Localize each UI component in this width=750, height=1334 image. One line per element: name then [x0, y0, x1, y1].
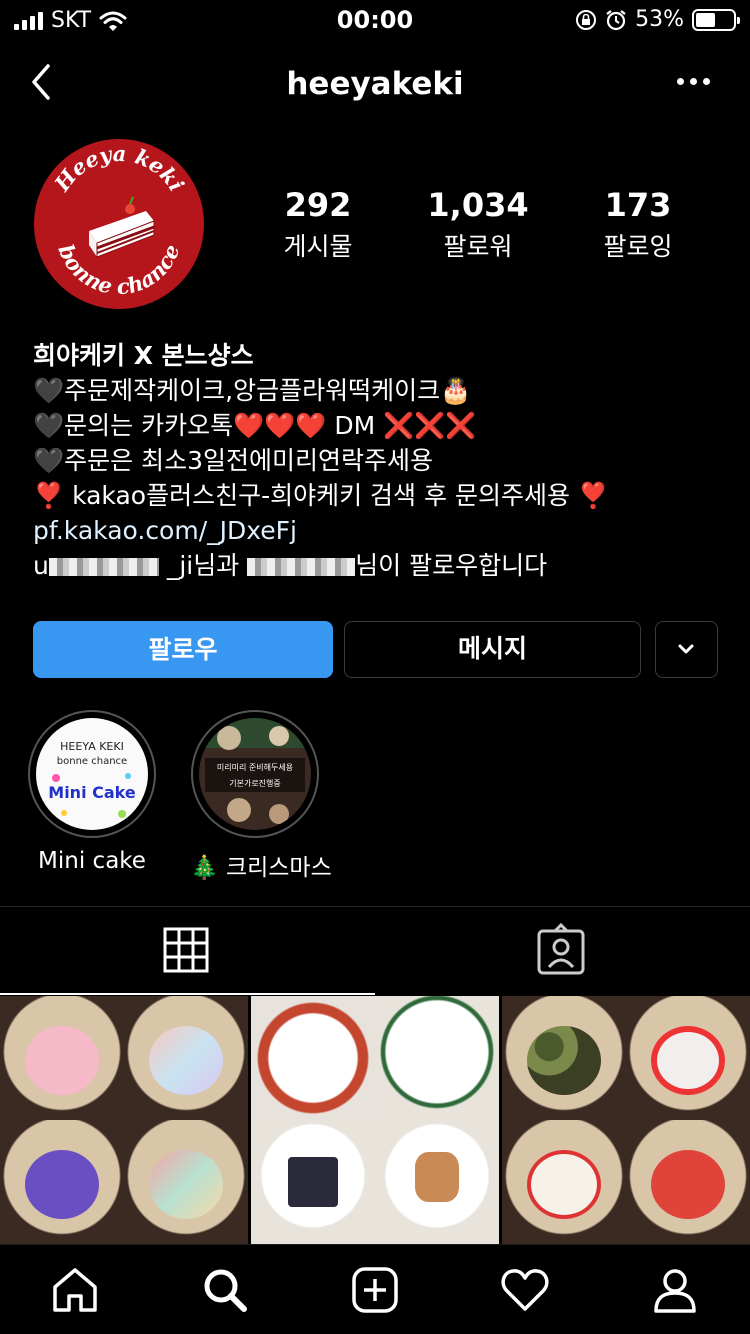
suggested-dropdown-button[interactable]: [655, 621, 718, 678]
status-right: 53%: [575, 7, 740, 32]
bio-line-4: ❣️ kakao플러스친구-희야케키 검색 후 문의주세용 ❣️: [33, 481, 610, 510]
profile-tabs: [0, 906, 750, 995]
highlight-christmas[interactable]: 미리미리 준비해두세용 기본가로진행중 🎄 크리스마스: [190, 710, 332, 882]
stat-posts-label: 게시물: [283, 232, 353, 262]
profile-name: 희야케키 X 본느샹스: [33, 341, 254, 370]
home-icon: [53, 1267, 97, 1312]
cake-photo: [502, 1120, 626, 1244]
svg-text:기본가로진행중: 기본가로진행중: [229, 778, 281, 788]
redacted-username-1: [48, 558, 159, 576]
cake-photo: [626, 996, 750, 1120]
cake-photo: [375, 996, 499, 1120]
bio-line-1: 🖤주문제작케이크,앙금플라워떡케이크🎂: [33, 376, 472, 405]
profile-icon: [654, 1268, 696, 1313]
battery-percent: 53%: [635, 7, 684, 32]
profile-header: heeyakeki: [0, 50, 750, 114]
svg-text:HEEYA KEKI: HEEYA KEKI: [60, 740, 124, 753]
svg-text:bonne chance: bonne chance: [57, 756, 127, 767]
nav-search[interactable]: [150, 1245, 300, 1334]
highlight-mini-cake[interactable]: HEEYA KEKI bonne chance Mini Cake Mini c…: [27, 710, 157, 874]
chevron-down-icon: [678, 644, 694, 654]
grid-icon: [163, 927, 209, 973]
profile-stats: 292 게시물 1,034 팔로워 173 팔로잉: [238, 186, 718, 263]
stat-following-count: 173: [604, 186, 672, 224]
followed-by[interactable]: u _ji님과 님이 팔로우합니다: [33, 548, 733, 583]
highlight-ring: HEEYA KEKI bonne chance Mini Cake: [28, 710, 156, 838]
stat-posts[interactable]: 292 게시물: [238, 186, 398, 263]
cake-photo: [502, 996, 626, 1120]
highlight-label: 🎄 크리스마스: [190, 855, 332, 881]
redacted-username-2: [247, 558, 356, 576]
highlight-cover: 미리미리 준비해두세용 기본가로진행중: [199, 718, 311, 830]
stat-following-label: 팔로잉: [603, 232, 673, 262]
stat-followers-label: 팔로워: [443, 232, 513, 262]
tab-posts-grid[interactable]: [0, 907, 375, 995]
cake-photo: [124, 1120, 248, 1244]
stat-posts-count: 292: [284, 186, 352, 224]
heart-icon: [501, 1268, 549, 1311]
bottom-navigation: [0, 1244, 750, 1334]
bio-line-3: 🖤주문은 최소3일전에미리연락주세용: [33, 446, 433, 475]
post-thumbnail[interactable]: [0, 996, 248, 1244]
cake-photo: [0, 996, 124, 1120]
tagged-person-icon: [537, 922, 585, 975]
battery-icon: [692, 8, 740, 31]
stat-followers-count: 1,034: [427, 186, 529, 224]
nav-new-post[interactable]: [300, 1245, 450, 1334]
cake-photo: [124, 996, 248, 1120]
status-bar: SKT 00:00 53%: [0, 0, 750, 40]
svg-text:Mini Cake: Mini Cake: [48, 783, 136, 802]
cake-photo: [251, 1120, 375, 1244]
orientation-lock-icon: [576, 9, 597, 30]
highlight-ring: 미리미리 준비해두세용 기본가로진행중: [191, 710, 319, 838]
bio-link[interactable]: pf.kakao.com/_JDxeFj: [33, 513, 733, 548]
tab-tagged[interactable]: [375, 907, 750, 995]
stat-followers[interactable]: 1,034 팔로워: [398, 186, 558, 263]
cake-photo: [251, 996, 375, 1120]
avatar[interactable]: Heeya keki bonne chance: [34, 139, 204, 309]
post-thumbnail[interactable]: [251, 996, 499, 1244]
followed-by-mid: _ji님과: [166, 551, 240, 580]
nav-profile[interactable]: [600, 1245, 750, 1334]
highlight-label: Mini cake: [38, 848, 146, 874]
svg-text:미리미리 준비해두세용: 미리미리 준비해두세용: [217, 762, 293, 772]
username-title: heeyakeki: [286, 66, 464, 102]
message-button[interactable]: 메시지: [344, 621, 641, 678]
more-options-icon[interactable]: [677, 78, 710, 85]
bio-line-2: 🖤문의는 카카오톡❤️❤️❤️ DM ❌❌❌: [33, 411, 477, 440]
nav-home[interactable]: [0, 1245, 150, 1334]
follow-button[interactable]: 팔로우: [33, 621, 333, 678]
highlight-cover: HEEYA KEKI bonne chance Mini Cake: [36, 718, 148, 830]
stat-following[interactable]: 173 팔로잉: [558, 186, 718, 263]
avatar-logo: Heeya keki bonne chance: [34, 139, 204, 309]
followed-by-user-1: u: [33, 551, 49, 580]
followed-by-suffix: 님이 팔로우합니다: [355, 551, 548, 580]
add-post-icon: [352, 1266, 398, 1313]
search-icon: [204, 1269, 247, 1312]
alarm-icon: [606, 9, 626, 30]
cake-photo: [375, 1120, 499, 1244]
cake-photo: [626, 1120, 750, 1244]
nav-activity[interactable]: [450, 1245, 600, 1334]
post-grid: [0, 996, 750, 1244]
cake-photo: [0, 1120, 124, 1244]
post-thumbnail[interactable]: [502, 996, 750, 1244]
profile-bio: 희야케키 X 본느샹스 🖤주문제작케이크,앙금플라워떡케이크🎂 🖤문의는 카카오…: [33, 338, 733, 583]
